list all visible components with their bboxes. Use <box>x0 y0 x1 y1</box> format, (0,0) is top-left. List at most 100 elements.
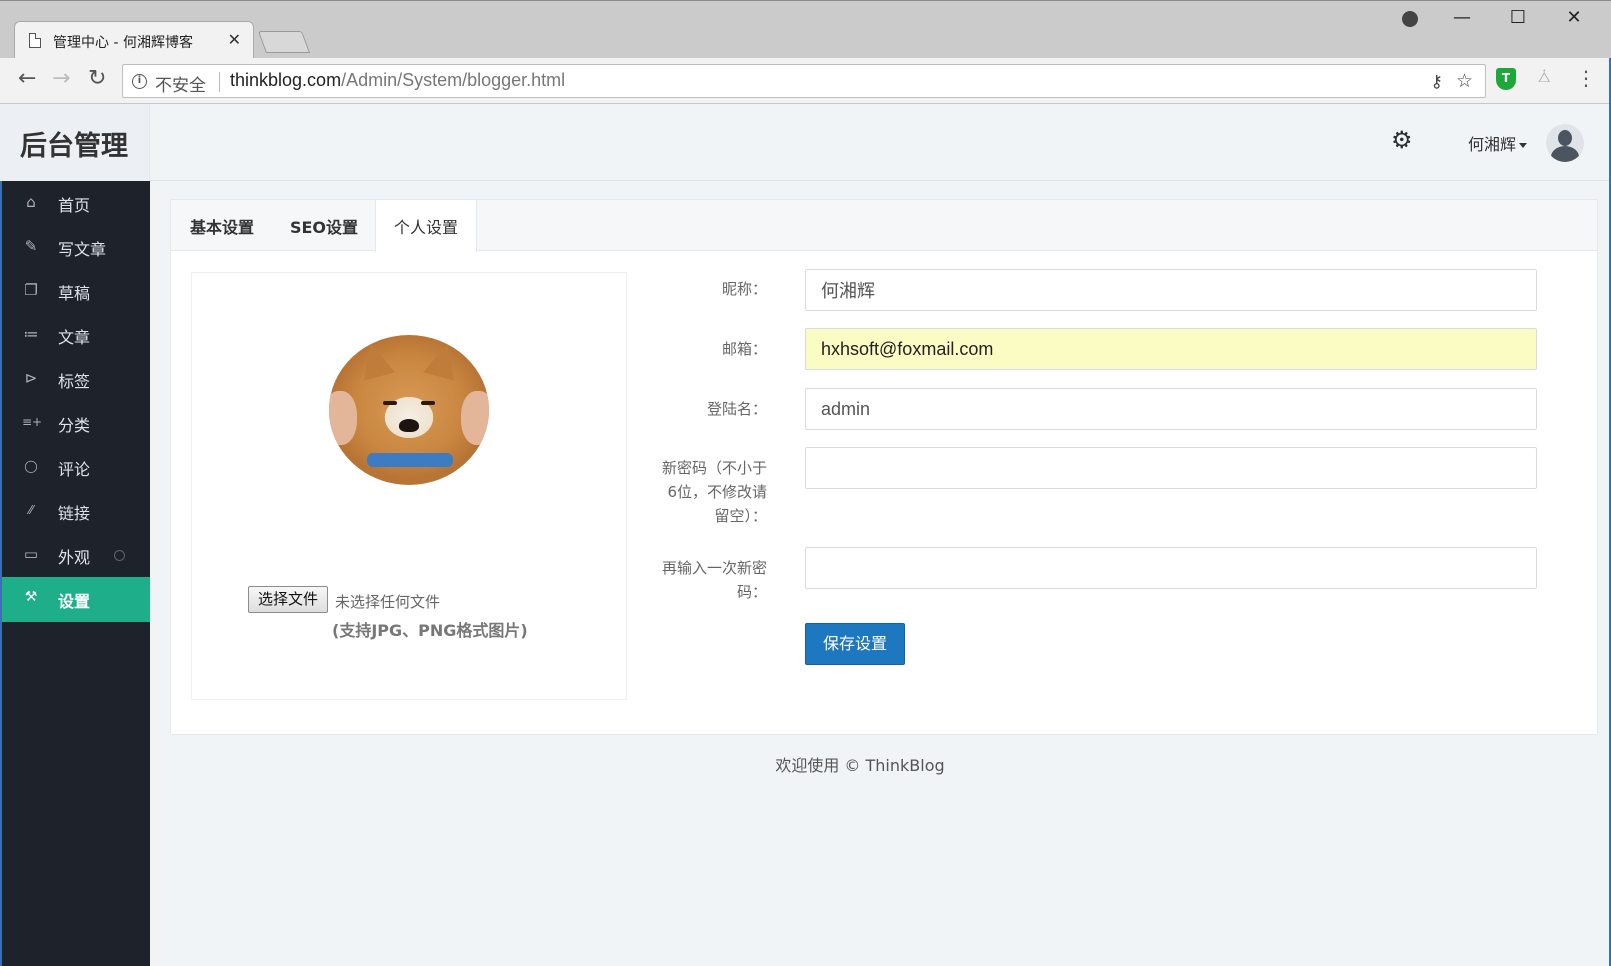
shield-extension-icon[interactable]: T <box>1496 68 1516 90</box>
wrench-icon: ⚒ <box>24 589 38 605</box>
sidebar-item-label: 标签 <box>58 372 91 391</box>
url-text[interactable]: thinkblog.com/Admin/System/blogger.html <box>230 70 565 91</box>
tab-bar: 基本设置 SEO设置 个人设置 <box>171 200 1597 252</box>
address-bar[interactable]: i 不安全 thinkblog.com/Admin/System/blogger… <box>122 64 1486 98</box>
sidebar-item-label: 评论 <box>58 460 91 479</box>
security-label[interactable]: 不安全 <box>155 71 206 96</box>
sidebar-item-comments[interactable]: ◯ 评论 <box>2 445 150 490</box>
browser-toolbar: ← → ↻ i 不安全 thinkblog.com/Admin/System/b… <box>0 58 1611 104</box>
edit-icon: ✎ <box>24 237 38 255</box>
tab-personal-settings[interactable]: 个人设置 <box>375 200 477 252</box>
brand: 后台管理 <box>0 104 150 181</box>
nickname-label: 昵称： <box>721 280 767 298</box>
email-field[interactable] <box>805 328 1537 370</box>
browser-titlebar: 管理中心 - 何湘辉博客 ✕ — ☐ ✕ <box>0 0 1611 59</box>
forward-icon[interactable]: → <box>52 66 70 91</box>
tab-title: 管理中心 - 何湘辉博客 <box>53 35 193 51</box>
sidebar-item-write[interactable]: ✎ 写文章 <box>2 225 150 270</box>
gear-icon[interactable]: ⚙ <box>1391 126 1413 154</box>
new-password-field[interactable] <box>805 447 1537 489</box>
maximize-button[interactable]: ☐ <box>1498 7 1538 28</box>
tab-seo-settings[interactable]: SEO设置 <box>273 200 375 251</box>
brand-title: 后台管理 <box>20 131 128 162</box>
monitor-icon: ▭ <box>23 545 39 563</box>
sidebar-item-label: 草稿 <box>58 284 91 303</box>
settings-panel: 基本设置 SEO设置 个人设置 选择文件 未选择任何文件 (支持JPG、PNG格… <box>170 199 1598 735</box>
sidebar-item-label: 首页 <box>58 196 91 215</box>
photo-detail <box>329 391 357 445</box>
label-line: 码： <box>736 583 767 601</box>
label-line: 留空）： <box>714 507 767 525</box>
login-name-label: 登陆名： <box>706 400 767 418</box>
photo-detail <box>461 391 489 445</box>
sidebar-item-tags[interactable]: ⊳ 标签 <box>2 357 150 402</box>
tab-label: SEO设置 <box>289 218 359 237</box>
user-name: 何湘辉 <box>1468 135 1517 154</box>
sidebar-item-drafts[interactable]: ❐ 草稿 <box>2 269 150 314</box>
label-line: 6位，不修改请 <box>667 483 767 501</box>
email-label: 邮箱： <box>721 340 767 358</box>
photo-detail <box>423 339 463 381</box>
info-icon[interactable]: i <box>132 74 147 89</box>
tab-basic-settings[interactable]: 基本设置 <box>171 200 273 251</box>
browser-tab[interactable]: 管理中心 - 何湘辉博客 ✕ <box>14 21 254 59</box>
url-path: /Admin/System/blogger.html <box>341 70 566 90</box>
sidebar-item-label: 链接 <box>58 504 91 523</box>
photo-detail <box>355 339 395 381</box>
new-tab-button[interactable] <box>257 31 311 53</box>
account-icon[interactable] <box>1402 11 1418 27</box>
expand-indicator-icon <box>114 550 125 561</box>
minimize-button[interactable]: — <box>1442 7 1482 28</box>
file-status: 未选择任何文件 <box>335 593 441 611</box>
sidebar-item-label: 文章 <box>58 328 91 347</box>
sidebar-item-categories[interactable]: ≡+ 分类 <box>2 401 150 446</box>
topbar: ⚙ 何湘辉 <box>150 104 1611 181</box>
label-line: 新密码（不小于 <box>661 459 767 477</box>
photo-detail <box>383 401 397 405</box>
avatar[interactable] <box>1546 124 1584 162</box>
sidebar-item-articles[interactable]: ≔ 文章 <box>2 313 150 358</box>
choose-file-button[interactable]: 选择文件 <box>248 586 329 613</box>
profile-photo <box>329 335 489 485</box>
home-icon: ⌂ <box>26 193 36 211</box>
confirm-password-field[interactable] <box>805 547 1537 589</box>
footer: 欢迎使用 © ThinkBlog <box>775 756 945 775</box>
photo-detail <box>399 419 419 432</box>
reload-icon[interactable]: ↻ <box>88 66 106 91</box>
sidebar-item-settings[interactable]: ⚒ 设置 <box>2 577 150 622</box>
key-icon[interactable]: ⚷ <box>1431 72 1443 92</box>
link-icon: ⁄⁄ <box>28 503 33 517</box>
user-menu[interactable]: 何湘辉 <box>1468 131 1528 155</box>
list-icon: ≔ <box>23 325 39 343</box>
new-password-label: 新密码（不小于 6位，不修改请 留空）： <box>637 456 767 528</box>
sidebar-item-appearance[interactable]: ▭ 外观 <box>2 533 150 578</box>
photo-detail <box>367 453 453 467</box>
url-host: thinkblog.com <box>230 70 342 90</box>
page-icon <box>29 33 41 48</box>
tab-close-icon[interactable]: ✕ <box>228 30 241 49</box>
network-extension-icon[interactable]: ⧊ <box>1538 70 1551 86</box>
tag-icon: ⊳ <box>24 369 38 387</box>
sidebar: ⌂ 首页 ✎ 写文章 ❐ 草稿 ≔ 文章 ⊳ 标签 ≡+ 分类 ◯ 评论 ⁄⁄ <box>0 181 150 966</box>
menu-icon[interactable]: ⋮ <box>1576 66 1596 90</box>
sidebar-item-label: 分类 <box>58 416 91 435</box>
tab-label: 基本设置 <box>189 218 254 237</box>
photo-detail <box>421 401 435 405</box>
sidebar-item-label: 设置 <box>58 592 91 611</box>
caret-down-icon <box>1519 143 1528 148</box>
sidebar-item-home[interactable]: ⌂ 首页 <box>2 181 150 226</box>
star-icon[interactable]: ☆ <box>1456 70 1473 92</box>
sidebar-item-label: 写文章 <box>58 240 107 259</box>
save-settings-button[interactable]: 保存设置 <box>805 623 905 665</box>
divider <box>219 72 220 92</box>
sidebar-item-links[interactable]: ⁄⁄ 链接 <box>2 489 150 534</box>
file-format-hint: (支持JPG、PNG格式图片) <box>332 621 528 640</box>
close-window-button[interactable]: ✕ <box>1554 7 1594 28</box>
nickname-field[interactable] <box>805 269 1537 311</box>
comment-icon: ◯ <box>24 459 38 473</box>
confirm-password-label: 再输入一次新密 码： <box>637 556 767 604</box>
copy-icon: ❐ <box>24 281 38 299</box>
label-line: 再输入一次新密 <box>661 559 767 577</box>
login-name-field[interactable] <box>805 388 1537 430</box>
back-icon[interactable]: ← <box>18 66 36 91</box>
